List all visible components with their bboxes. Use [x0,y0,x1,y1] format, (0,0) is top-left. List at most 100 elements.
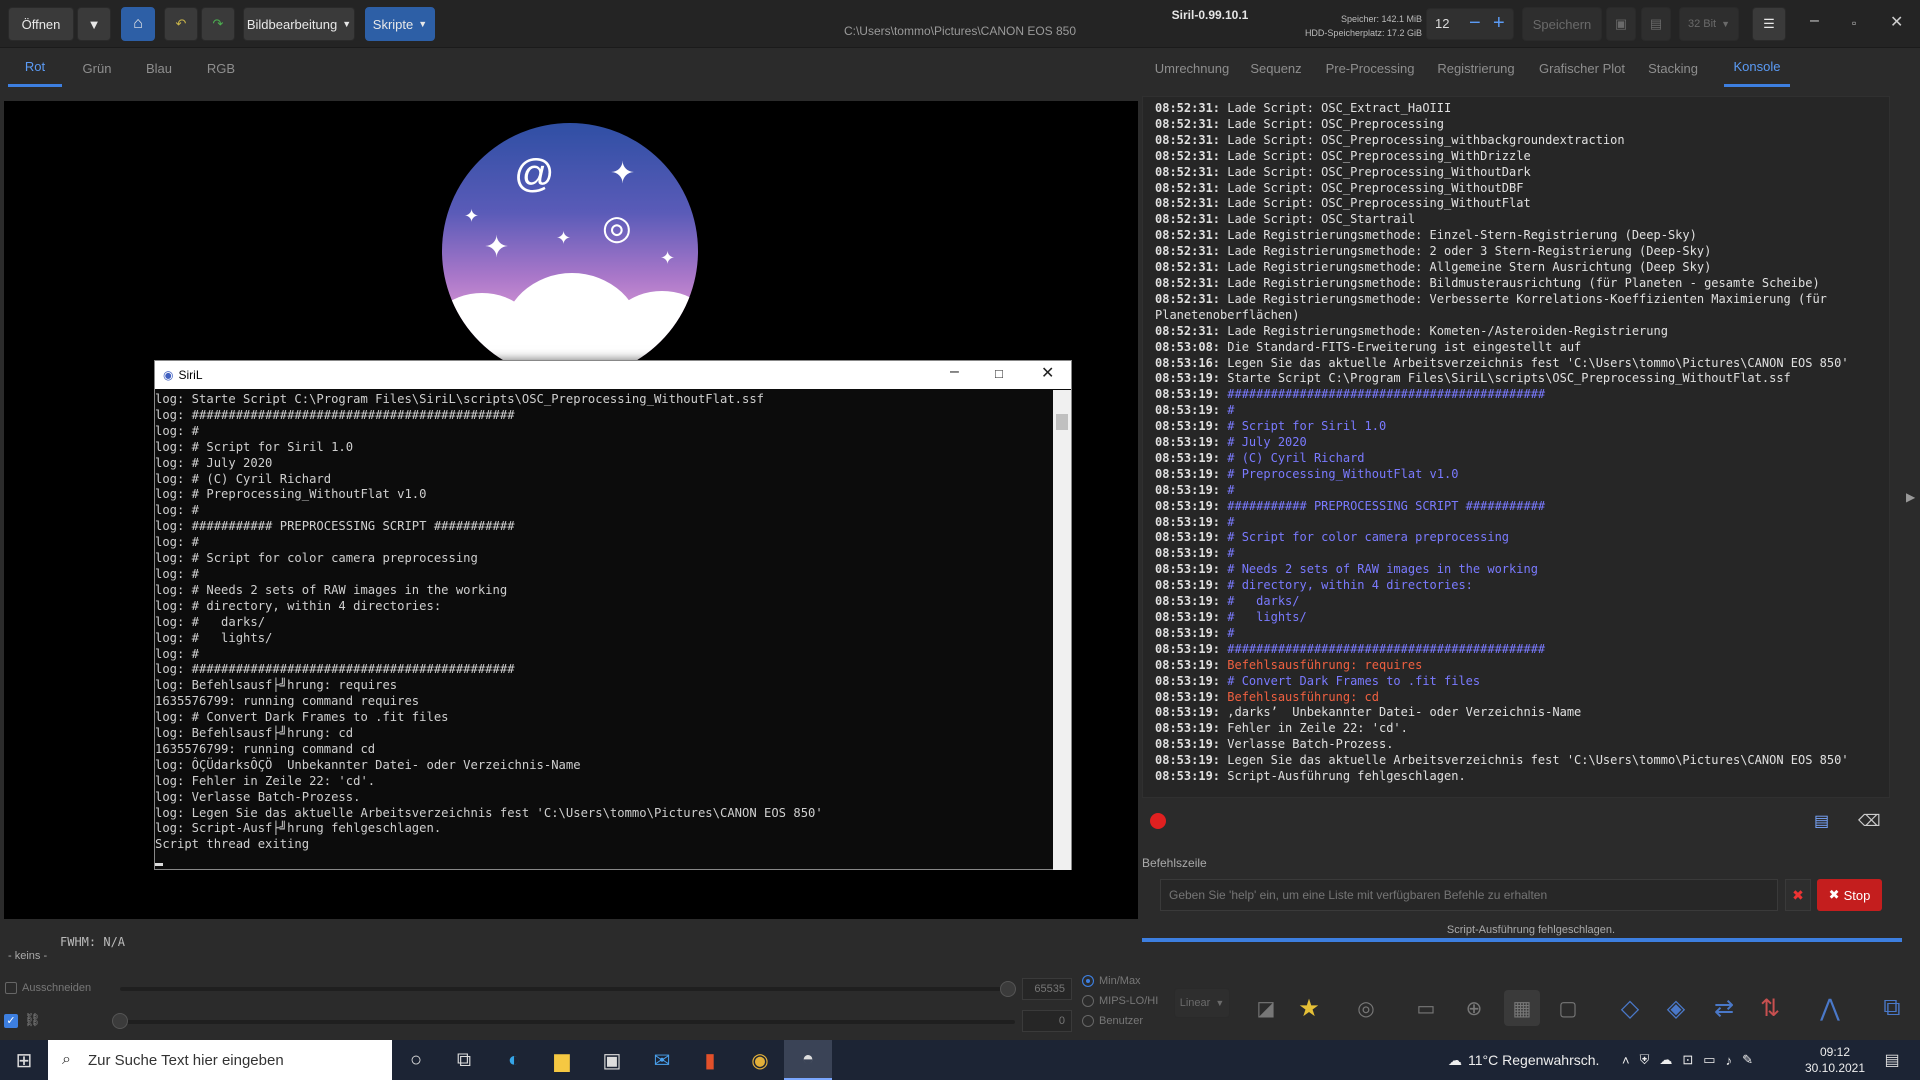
notifications-icon[interactable]: ▤ [1868,1040,1916,1080]
tab-blue[interactable]: Blau [132,49,186,87]
invert-icon[interactable]: ◪ [1248,990,1284,1026]
tab-console[interactable]: Konsole [1724,49,1790,87]
scripts-menu[interactable]: Skripte ▼ [365,7,435,41]
undo-button[interactable]: ↶ [164,7,198,41]
crosshair-icon[interactable]: ⊕ [1456,990,1492,1026]
save-button[interactable]: Speichern [1522,7,1602,41]
store-icon[interactable]: ▣ [588,1040,636,1080]
tab-stacking[interactable]: Stacking [1636,49,1710,87]
histogram-icon[interactable]: ⋀ [1812,990,1848,1026]
office-icon[interactable]: ▮ [686,1040,734,1080]
cli-output[interactable]: log: Starte Script C:\Program Files\Siri… [155,390,1053,870]
crop-checkbox[interactable]: Ausschneiden [5,982,91,995]
chevron-right-icon[interactable]: ▶ [1906,490,1915,504]
bitdepth-dropdown[interactable]: 32 Bit ▼ [1679,7,1739,41]
mail-icon[interactable]: ✉ [638,1040,686,1080]
maximize-icon[interactable]: ▫ [1852,16,1856,30]
save-log-icon[interactable]: ▤ [1814,811,1829,831]
taskbar-search[interactable]: ⌕ Zur Suche Text hier eingeben [48,1040,392,1080]
image-processing-menu[interactable]: Bildbearbeitung ▼ [243,7,355,41]
cortana-icon[interactable]: ○ [392,1040,440,1080]
tab-sequence[interactable]: Sequenz [1236,49,1316,87]
radio-mips[interactable]: MIPS-LO/HI [1082,995,1158,1008]
tab-preprocessing[interactable]: Pre-Processing [1320,49,1420,87]
close-icon[interactable]: ✕ [1890,12,1903,32]
snapshot-button[interactable]: ▣ [1606,7,1636,41]
min-slider-handle[interactable] [112,1013,128,1029]
windows-start-icon[interactable]: ⊞ [0,1040,48,1080]
onedrive-icon[interactable]: ☁ [1659,1052,1672,1068]
stop-button[interactable]: ✖ Stop [1817,879,1882,911]
console-line: 08:53:19: # [1155,626,1877,642]
tab-registration[interactable]: Registrierung [1426,49,1526,87]
display-mode-icon[interactable]: ▦ [1504,990,1540,1026]
console-message: # (C) Cyril Richard [1220,450,1365,465]
clear-command-button[interactable]: ✖ [1785,879,1811,911]
plus-icon[interactable]: + [1493,12,1505,35]
tab-plot[interactable]: Grafischer Plot [1532,49,1632,87]
siril-cli-window[interactable]: ◉ SiriL – □ ✕ log: Starte Script C:\Prog… [154,360,1072,870]
annotate-icon[interactable]: ▢ [1550,990,1586,1026]
home-button[interactable]: ⌂ [121,7,155,41]
pen-icon[interactable]: ✎ [1742,1052,1753,1068]
cli-scroll-thumb[interactable] [1056,414,1068,430]
max-slider[interactable] [120,987,1015,991]
scale-dropdown[interactable]: Linear ▼ [1174,988,1230,1018]
volume-icon[interactable]: ♪ [1726,1053,1733,1068]
clear-log-icon[interactable]: ⌫ [1858,811,1881,831]
export-button[interactable]: ▤ [1641,7,1671,41]
image-windows-icon[interactable]: ⧉ [1874,990,1910,1026]
checkbox-checked-icon[interactable]: ✓ [4,1014,18,1028]
star-finder-icon[interactable]: ★ [1291,990,1327,1026]
console-line: 08:53:19: # (C) Cyril Richard [1155,451,1877,467]
clock[interactable]: 09:12 30.10.2021 [1800,1040,1870,1080]
redo-button[interactable]: ↷ [201,7,235,41]
tab-red-label: Rot [24,59,46,74]
mirror-y-icon[interactable]: ⇅ [1752,990,1788,1026]
photometry-icon[interactable]: ◎ [1348,990,1384,1026]
console-timestamp: 08:52:31: [1155,291,1221,306]
system-tray[interactable]: ˄ ⛨ ☁ ⊡ ▭ ♪ ✎ [1622,1040,1753,1080]
tab-conversion[interactable]: Umrechnung [1152,49,1232,87]
console-log[interactable]: 08:52:31: Lade Script: OSC_Extract_HaOII… [1142,96,1890,798]
link-icon[interactable]: ⛓ [24,1012,41,1028]
cli-maximize-icon[interactable]: □ [995,366,1003,381]
cli-line: log: Befehlsausf├╝hrung: requires [155,678,398,693]
thread-count-spinner[interactable]: 12 − + [1426,8,1514,40]
chevron-up-icon[interactable]: ˄ [1622,1053,1630,1068]
min-value-field[interactable]: 0 [1022,1010,1072,1032]
grid-icon[interactable]: ▭ [1408,990,1444,1026]
minimize-icon[interactable]: – [1810,12,1819,30]
cli-scrollbar[interactable] [1053,390,1071,870]
min-slider[interactable] [120,1020,1015,1024]
radio-minmax[interactable]: Min/Max [1082,975,1141,988]
tab-rgb[interactable]: RGB [194,49,248,87]
recent-files-dropdown[interactable]: ▼ [77,7,111,41]
main-menu-button[interactable]: ☰ [1752,7,1786,41]
minus-icon[interactable]: − [1469,12,1481,35]
edge-icon[interactable]: ◐ [490,1040,538,1080]
console-line: 08:53:19: Befehlsausführung: requires [1155,658,1877,674]
cli-close-icon[interactable]: ✕ [1041,363,1054,383]
open-button[interactable]: Öffnen [8,7,74,41]
security-icon[interactable]: ⛨ [1640,1052,1650,1068]
max-value-field[interactable]: 65535 [1022,978,1072,1000]
rotate-right-icon[interactable]: ◈ [1658,990,1694,1026]
rotate-left-icon[interactable]: ◇ [1612,990,1648,1026]
tab-green[interactable]: Grün [70,49,124,87]
radio-user[interactable]: Benutzer [1082,1015,1143,1028]
cli-titlebar[interactable]: ◉ SiriL – □ ✕ [155,361,1071,389]
weather-widget[interactable]: ☁ 11°C Regenwahrsch. [1448,1040,1599,1080]
chrome-icon[interactable]: ◉ [736,1040,784,1080]
console-timestamp: 08:53:19: [1155,403,1221,418]
display-icon[interactable]: ▭ [1703,1052,1715,1068]
task-view-icon[interactable]: ⧉ [440,1040,488,1080]
siril-taskbar-icon[interactable]: ◓ [784,1040,832,1080]
tab-red[interactable]: Rot [8,49,62,87]
file-explorer-icon[interactable]: ▆ [538,1040,586,1080]
command-input[interactable] [1160,879,1778,911]
network-icon[interactable]: ⊡ [1682,1052,1693,1068]
cli-minimize-icon[interactable]: – [950,363,959,381]
mirror-x-icon[interactable]: ⇄ [1706,990,1742,1026]
max-slider-handle[interactable] [1000,981,1016,997]
